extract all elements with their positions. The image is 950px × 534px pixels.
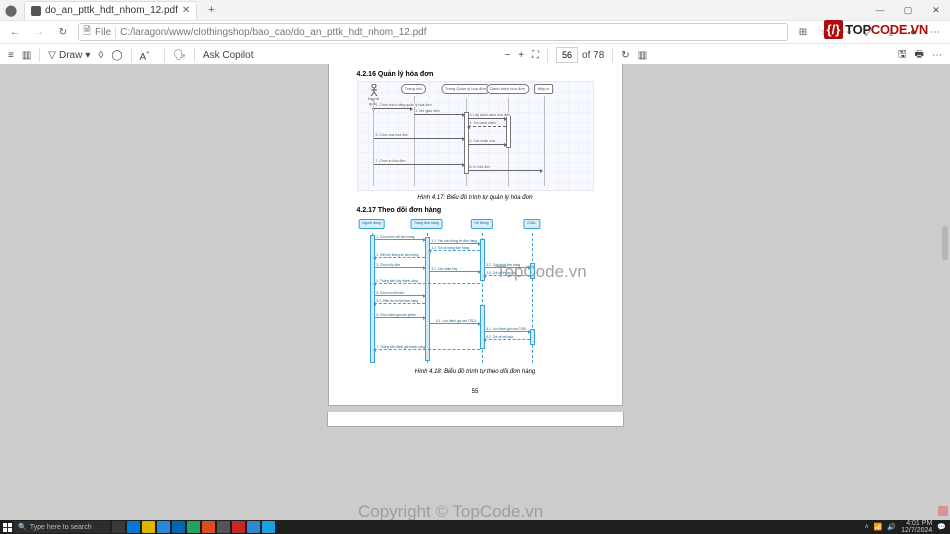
highlight-button[interactable]: ◊ [98, 50, 103, 61]
pdf-viewer[interactable]: 4.2.16 Quản lý hóa đơn Người quản trị Tr… [0, 64, 950, 520]
taskbar-app-icon[interactable] [172, 521, 185, 533]
windows-taskbar: 🔍 Type here to search ˄ 📶 🔊 4:01 PM 12/7… [0, 520, 950, 534]
resize-grip-icon [938, 506, 948, 516]
taskbar-app-icon[interactable] [217, 521, 230, 533]
window-close-button[interactable]: ✕ [922, 0, 950, 20]
tray-chevron-icon[interactable]: ˄ [865, 524, 869, 531]
contents-button[interactable]: ≡ [8, 50, 14, 61]
page-thumbnails-button[interactable]: ▥ [22, 50, 31, 61]
taskbar-app-icon[interactable] [127, 521, 140, 533]
fit-page-button[interactable]: ⛶ [532, 50, 539, 61]
tab-favicon [31, 6, 41, 16]
scrollbar-thumb[interactable] [942, 226, 948, 260]
reader-icon[interactable]: ⊞ [794, 23, 812, 41]
topcode-logo: {/} TOP CODE.VN [824, 20, 928, 39]
browser-tab[interactable]: do_an_pttk_hdt_nhom_12.pdf ✕ [24, 1, 197, 20]
ask-copilot-button[interactable]: Ask Copilot [203, 50, 254, 61]
taskbar-app-icon[interactable] [262, 521, 275, 533]
url-text: C:/laragon/www/clothingshop/bao_cao/do_a… [120, 27, 426, 38]
taskbar-clock[interactable]: 4:01 PM 12/7/2024 [901, 520, 932, 534]
draw-button[interactable]: ▽ Draw ▾ [48, 50, 90, 61]
zoom-in-button[interactable]: + [518, 50, 524, 61]
section-heading: 4.2.16 Quản lý hóa đơn [357, 71, 594, 78]
tab-title: do_an_pttk_hdt_nhom_12.pdf [45, 5, 178, 16]
draw-icon: ▽ [48, 50, 56, 61]
zoom-out-button[interactable]: − [504, 50, 510, 61]
window-maximize-button[interactable]: ▢ [894, 0, 922, 20]
taskbar-app-icon[interactable] [232, 521, 245, 533]
chevron-down-icon: ▾ [85, 50, 90, 61]
rotate-button[interactable]: ↻ [621, 50, 629, 61]
read-aloud-button[interactable]: 🗣 [173, 50, 186, 61]
search-placeholder: Type here to search [30, 524, 92, 531]
taskbar-search[interactable]: 🔍 Type here to search [14, 521, 110, 533]
taskbar-app-icon[interactable] [187, 521, 200, 533]
taskbar-app-icon[interactable] [247, 521, 260, 533]
print-button[interactable]: 🖶 [915, 47, 924, 64]
figure-caption: Hình 4.17: Biểu đồ trình tự quản lý hóa … [357, 195, 594, 201]
tab-close-icon[interactable]: ✕ [182, 5, 190, 16]
taskbar-app-icon[interactable] [142, 521, 155, 533]
erase-button[interactable]: ◯ [111, 50, 122, 61]
app-menu-icon[interactable]: ⬤ [4, 4, 18, 17]
search-icon: 🔍 [18, 523, 27, 531]
app-menu-button[interactable]: ⋯ [926, 23, 944, 41]
window-titlebar: ⬤ do_an_pttk_hdt_nhom_12.pdf ✕ + — ▢ ✕ [0, 0, 950, 21]
text-size-button[interactable]: A゛ [140, 48, 157, 63]
nav-forward-button[interactable]: → [30, 23, 48, 41]
page-number-input[interactable] [556, 47, 578, 63]
section-heading: 4.2.17 Theo dõi đơn hàng [357, 207, 594, 214]
pdf-next-page-peek [327, 412, 624, 427]
nav-reload-button[interactable]: ↻ [54, 23, 72, 41]
tray-network-icon[interactable]: 📶 [874, 523, 883, 531]
page-number: 55 [357, 389, 594, 395]
nav-back-button[interactable]: ← [6, 23, 24, 41]
figure-caption: Hình 4.18: Biểu đồ trình tự theo dõi đơn… [357, 369, 594, 375]
new-tab-button[interactable]: + [203, 4, 219, 16]
start-button[interactable] [0, 520, 14, 534]
sequence-diagram-2: Người dùng Trang đơn hàng Hệ thống CSDL … [357, 217, 594, 365]
address-bar: ← → ↻ 🗎 File C:/laragon/www/clothingshop… [0, 21, 950, 44]
taskbar-app-icon[interactable] [157, 521, 170, 533]
system-tray[interactable]: ˄ 📶 🔊 4:01 PM 12/7/2024 💬 [865, 520, 950, 534]
page-view-button[interactable]: ▥ [638, 50, 647, 61]
save-button[interactable]: 🖫 [898, 47, 907, 64]
url-scheme: File [95, 27, 116, 38]
page-indicator: of 78 [556, 47, 604, 63]
url-input[interactable]: 🗎 File C:/laragon/www/clothingshop/bao_c… [78, 23, 788, 41]
tray-volume-icon[interactable]: 🔊 [887, 523, 896, 531]
sequence-diagram-1: Người quản trị Trang chủ Trang Quản lý h… [357, 81, 594, 191]
window-minimize-button[interactable]: — [866, 0, 894, 20]
notifications-button[interactable]: 💬 [937, 523, 946, 531]
more-button[interactable]: ⋯ [932, 50, 942, 61]
viewer-scrollbar[interactable] [941, 66, 949, 518]
taskbar-apps [112, 521, 275, 533]
taskbar-app-icon[interactable] [202, 521, 215, 533]
page-total: of 78 [582, 50, 604, 61]
logo-bracket-icon: {/} [824, 20, 844, 39]
taskbar-app-icon[interactable] [112, 521, 125, 533]
file-icon: 🗎 [83, 24, 91, 41]
pdf-page: 4.2.16 Quản lý hóa đơn Người quản trị Tr… [328, 64, 623, 406]
